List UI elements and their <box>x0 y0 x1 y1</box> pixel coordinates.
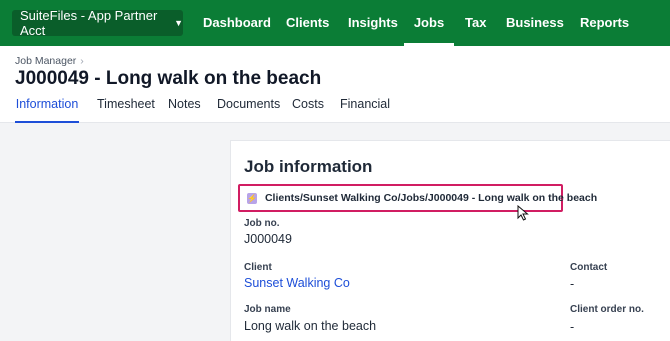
tab-costs[interactable]: Costs <box>292 97 324 123</box>
job-name-label: Job name <box>244 304 291 315</box>
breadcrumb-job-manager[interactable]: Job Manager <box>15 55 76 67</box>
page-title: J000049 - Long walk on the beach <box>15 68 322 89</box>
nav-tax[interactable]: Tax <box>465 0 486 46</box>
card-title: Job information <box>244 157 373 176</box>
nav-dashboard[interactable]: Dashboard <box>203 0 271 46</box>
nav-insights[interactable]: Insights <box>348 0 398 46</box>
client-order-label: Client order no. <box>570 304 644 315</box>
client-link[interactable]: Sunset Walking Co <box>244 276 350 290</box>
client-order-value: - <box>570 320 575 334</box>
nav-business[interactable]: Business <box>506 0 564 46</box>
tab-information[interactable]: Information <box>15 97 79 123</box>
page-header: Job Manager › J000049 - Long walk on the … <box>0 46 670 123</box>
tab-documents[interactable]: Documents <box>217 97 280 123</box>
tab-financial[interactable]: Financial <box>340 97 390 123</box>
tab-notes[interactable]: Notes <box>168 97 201 123</box>
contact-label: Contact <box>570 262 608 273</box>
client-label: Client <box>244 262 272 273</box>
job-no-value: J000049 <box>244 232 292 246</box>
top-nav: SuiteFiles - App Partner Acct ▼ Dashboar… <box>0 0 670 46</box>
contact-value: - <box>570 277 575 291</box>
job-information-card: Job information ⚡ Clients/Sunset Walking… <box>230 140 670 341</box>
chevron-right-icon: › <box>80 55 84 67</box>
suitefiles-path-link[interactable]: ⚡ Clients/Sunset Walking Co/Jobs/J000049… <box>238 184 597 212</box>
job-name-value: Long walk on the beach <box>244 319 377 333</box>
tab-timesheet[interactable]: Timesheet <box>97 97 155 123</box>
account-label: SuiteFiles - App Partner Acct <box>20 8 158 38</box>
breadcrumb[interactable]: Job Manager › <box>15 55 84 67</box>
nav-jobs[interactable]: Jobs <box>404 0 454 46</box>
mouse-cursor-icon <box>517 205 529 221</box>
nav-reports[interactable]: Reports <box>580 0 629 46</box>
suitefiles-icon: ⚡ <box>247 192 257 204</box>
account-switcher-button[interactable]: SuiteFiles - App Partner Acct ▼ <box>12 8 183 38</box>
caret-down-icon: ▼ <box>174 18 183 28</box>
job-no-label: Job no. <box>244 218 280 229</box>
nav-clients[interactable]: Clients <box>286 0 329 46</box>
folder-path: Clients/Sunset Walking Co/Jobs/J000049 -… <box>264 192 598 204</box>
